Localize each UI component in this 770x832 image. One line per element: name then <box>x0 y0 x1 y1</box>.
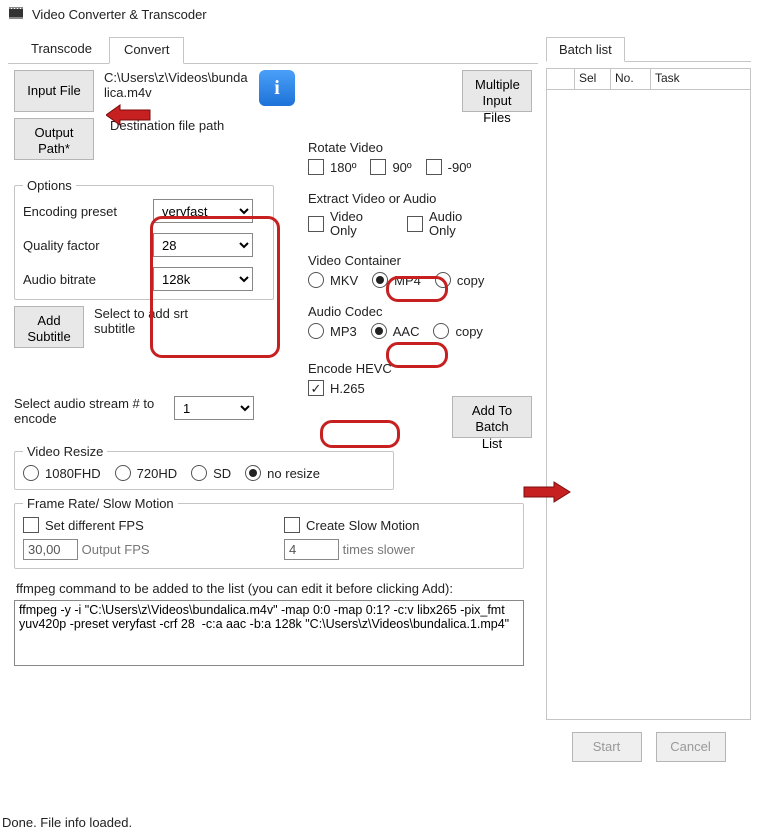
tab-convert[interactable]: Convert <box>109 37 185 64</box>
encoding-preset-label: Encoding preset <box>23 204 153 219</box>
video-only-checkbox[interactable]: Video Only <box>308 210 363 237</box>
tab-transcode[interactable]: Transcode <box>16 36 107 63</box>
tabstrip: Transcode Convert <box>8 36 538 64</box>
rotate-title: Rotate Video <box>308 140 533 155</box>
add-subtitle-button[interactable]: Add Subtitle <box>14 306 84 348</box>
rotate-180-checkbox[interactable]: 180º <box>308 159 356 175</box>
video-resize-group: Video Resize 1080FHD 720HD SD no resize <box>14 444 394 490</box>
create-slow-checkbox[interactable]: Create Slow Motion <box>284 517 515 533</box>
audio-codec-title: Audio Codec <box>308 304 533 319</box>
framerate-group: Frame Rate/ Slow Motion Set different FP… <box>14 496 524 569</box>
container-mp4-radio[interactable]: MP4 <box>372 272 421 288</box>
resize-720-radio[interactable]: 720HD <box>115 465 177 481</box>
window-title: Video Converter & Transcoder <box>32 7 207 22</box>
audio-bitrate-select[interactable]: 128k <box>153 267 253 291</box>
resize-1080-radio[interactable]: 1080FHD <box>23 465 101 481</box>
hevc-checkbox[interactable]: H.265 <box>308 380 365 396</box>
resize-sd-radio[interactable]: SD <box>191 465 231 481</box>
options-legend: Options <box>23 178 76 193</box>
container-copy-radio[interactable]: copy <box>435 272 484 288</box>
ffmpeg-command-textarea[interactable]: ffmpeg -y -i "C:\Users\z\Videos\bundalic… <box>14 600 524 666</box>
output-path-button[interactable]: Output Path* <box>14 118 94 160</box>
audio-only-checkbox[interactable]: Audio Only <box>407 210 462 237</box>
acodec-aac-radio[interactable]: AAC <box>371 323 420 339</box>
audio-stream-label: Select audio stream # to encode <box>14 396 164 426</box>
batch-list-tab[interactable]: Batch list <box>546 37 625 62</box>
audio-bitrate-label: Audio bitrate <box>23 272 153 287</box>
cancel-button[interactable]: Cancel <box>656 732 726 762</box>
ffmpeg-label: ffmpeg command to be added to the list (… <box>16 581 530 596</box>
batch-col-task[interactable]: Task <box>651 69 750 89</box>
add-to-batch-list-button[interactable]: Add To Batch List <box>452 396 532 438</box>
options-group: Options Encoding preset veryfast Quality… <box>14 178 274 300</box>
fps-hint: Output FPS <box>82 542 150 557</box>
destination-path-label: Destination file path <box>110 118 224 133</box>
app-icon <box>8 5 24 24</box>
quality-factor-label: Quality factor <box>23 238 153 253</box>
subtitle-label: Select to add srt subtitle <box>94 306 224 336</box>
container-mkv-radio[interactable]: MKV <box>308 272 358 288</box>
acodec-mp3-radio[interactable]: MP3 <box>308 323 357 339</box>
times-slower-hint: times slower <box>343 542 415 557</box>
titlebar: Video Converter & Transcoder <box>0 0 770 28</box>
fps-input[interactable] <box>23 539 78 560</box>
hevc-title: Encode HEVC <box>308 361 533 376</box>
extract-title: Extract Video or Audio <box>308 191 533 206</box>
batch-col-sel[interactable]: Sel <box>575 69 611 89</box>
status-bar: Done. File info loaded. <box>2 815 132 830</box>
framerate-legend: Frame Rate/ Slow Motion <box>23 496 178 511</box>
batch-col-no[interactable]: No. <box>611 69 651 89</box>
video-resize-legend: Video Resize <box>23 444 107 459</box>
resize-none-radio[interactable]: no resize <box>245 465 320 481</box>
audio-stream-select[interactable]: 1 <box>174 396 254 420</box>
batch-list-header: Sel No. Task <box>546 68 751 90</box>
batch-tabstrip: Batch list <box>546 36 751 62</box>
input-file-button[interactable]: Input File <box>14 70 94 112</box>
quality-factor-select[interactable]: 28 <box>153 233 253 257</box>
acodec-copy-radio[interactable]: copy <box>433 323 482 339</box>
start-button[interactable]: Start <box>572 732 642 762</box>
rotate-90-checkbox[interactable]: 90º <box>370 159 411 175</box>
encoding-preset-select[interactable]: veryfast <box>153 199 253 223</box>
times-slower-input[interactable] <box>284 539 339 560</box>
batch-list-body[interactable] <box>546 90 751 720</box>
rotate-m90-checkbox[interactable]: -90º <box>426 159 472 175</box>
info-icon[interactable]: i <box>259 70 295 106</box>
container-title: Video Container <box>308 253 533 268</box>
set-fps-checkbox[interactable]: Set different FPS <box>23 517 254 533</box>
input-file-path: C:\Users\z\Videos\bundalica.m4v <box>104 70 249 100</box>
multiple-input-files-button[interactable]: Multiple Input Files <box>462 70 532 112</box>
